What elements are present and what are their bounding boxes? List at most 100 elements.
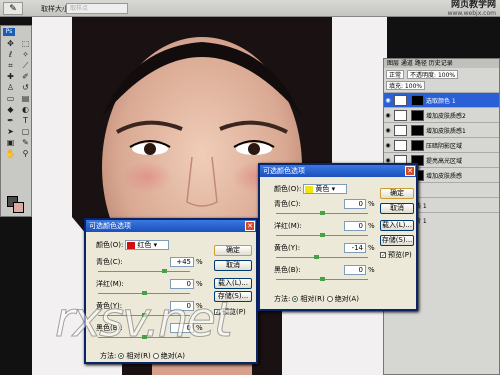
absolute-radio[interactable]	[326, 296, 333, 302]
layer-mask-thumb	[411, 94, 424, 106]
canvas-watermark: rxsv.net	[55, 292, 234, 349]
shape-tool-icon[interactable]: ▢	[19, 127, 32, 136]
close-icon[interactable]: ✕	[245, 221, 255, 231]
sample-size-select[interactable]: 取样点	[66, 3, 128, 14]
absolute-label: 绝对(A)	[334, 295, 359, 303]
notes-tool-icon[interactable]: ▣	[4, 138, 17, 147]
eraser-tool-icon[interactable]: ▭	[4, 94, 17, 103]
layer-name: 增加皮肤质感2	[426, 112, 466, 120]
layer-name: 提亮高光区域	[426, 157, 463, 165]
relative-radio[interactable]	[118, 353, 125, 359]
background-color-swatch[interactable]	[13, 202, 24, 213]
move-tool-icon[interactable]: ✥	[4, 39, 17, 48]
brush-tool-icon[interactable]: ✐	[19, 72, 32, 81]
magenta-field[interactable]: 0	[344, 221, 366, 231]
zoom-tool-icon[interactable]: ⚲	[19, 149, 32, 158]
magenta-field[interactable]: 0	[170, 279, 194, 289]
opacity-field[interactable]: 不透明度: 100%	[407, 70, 459, 79]
slider-knob[interactable]	[320, 277, 325, 281]
cyan-unit: %	[368, 200, 375, 208]
relative-label: 相对(R)	[300, 295, 325, 303]
slider-knob[interactable]	[320, 233, 325, 237]
layer-mask-thumb	[411, 139, 424, 151]
color-value: 黄色	[315, 185, 330, 193]
healing-brush-icon[interactable]: ✚	[4, 72, 17, 81]
cyan-field[interactable]: +45	[170, 257, 194, 267]
layer-row[interactable]: ◉ 增加皮肤质感1	[384, 122, 499, 137]
photoshop-logo: Ps	[3, 28, 15, 36]
dodge-tool-icon[interactable]: ◐	[19, 105, 32, 114]
clone-stamp-icon[interactable]: ♙	[4, 83, 17, 92]
load-button[interactable]: 载入(L)...	[214, 278, 252, 289]
ok-button[interactable]: 确定	[214, 245, 252, 256]
marquee-tool-icon[interactable]: ⬚	[19, 39, 32, 48]
toolbox: Ps ✥ ⬚ ℓ ✧ ⌗ ⟋ ✚ ✐ ♙ ↺ ▭ ▤ ◆ ◐ ✒ T ➤ ▢ ▣ ✎ ✋ ⚲	[0, 25, 32, 217]
path-select-icon[interactable]: ➤	[4, 127, 17, 136]
yellow-field[interactable]: -14	[344, 243, 366, 253]
slider-knob[interactable]	[313, 255, 319, 259]
black-field[interactable]: 0	[344, 265, 366, 275]
save-button[interactable]: 存储(S)...	[380, 235, 414, 246]
slider-knob[interactable]	[320, 211, 325, 215]
method-label: 方法:	[100, 352, 117, 360]
color-select[interactable]: 黄色 ▾	[303, 184, 348, 194]
eye-icon[interactable]: ◉	[384, 127, 392, 134]
lasso-tool-icon[interactable]: ℓ	[4, 50, 17, 59]
layer-row[interactable]: ◉ 压暗阴影区域	[384, 137, 499, 152]
color-select[interactable]: 红色 ▾	[125, 240, 170, 250]
ok-button[interactable]: 确定	[380, 188, 414, 199]
layer-row[interactable]: ◉ 选取颜色 1	[384, 92, 499, 107]
slider-knob[interactable]	[162, 269, 168, 273]
preview-checkbox[interactable]: ✓	[380, 252, 386, 259]
layers-panel-tabs[interactable]: 图层 通道 路径 历史记录	[384, 59, 499, 68]
cancel-button[interactable]: 取消	[380, 203, 414, 214]
type-tool-icon[interactable]: T	[19, 116, 32, 125]
cyan-label: 青色(C):	[96, 258, 123, 266]
relative-label: 相对(R)	[126, 352, 151, 360]
dialog-title-bar[interactable]: 可选颜色选项 ✕	[260, 165, 416, 177]
cyan-slider[interactable]	[276, 211, 368, 215]
layer-name: 增加皮肤质感1	[426, 127, 466, 135]
slice-tool-icon[interactable]: ⟋	[19, 61, 32, 70]
gradient-tool-icon[interactable]: ▤	[19, 94, 32, 103]
black-slider[interactable]	[276, 277, 368, 281]
dialog-title-bar[interactable]: 可选颜色选项 ✕	[86, 220, 256, 232]
hand-tool-icon[interactable]: ✋	[4, 149, 17, 158]
blend-mode-select[interactable]: 正常	[386, 70, 405, 79]
layer-mask-thumb	[411, 124, 424, 136]
options-bar: ✎ 取样大小: 取样点 网页教学网 www.webjx.com	[0, 0, 500, 17]
layer-mask-thumb	[411, 109, 424, 121]
eye-icon[interactable]: ◉	[384, 112, 392, 119]
selective-color-dialog-yellow: 可选颜色选项 ✕ 颜色(O): 黄色 ▾ 青色(C): 0% 洋红(M): 0% 黄色…	[258, 163, 418, 311]
magenta-unit: %	[196, 280, 203, 288]
layer-thumb	[394, 139, 407, 151]
pen-tool-icon[interactable]: ✒	[4, 116, 17, 125]
layer-row[interactable]: ◉ 增加皮肤质感2	[384, 107, 499, 122]
absolute-radio[interactable]	[152, 353, 159, 359]
fill-field[interactable]: 填充: 100%	[386, 81, 426, 90]
site-watermark: 网页教学网 www.webjx.com	[448, 0, 496, 17]
cyan-field[interactable]: 0	[344, 199, 366, 209]
black-unit: %	[368, 266, 375, 274]
cyan-unit: %	[196, 258, 203, 266]
magenta-slider[interactable]	[276, 233, 368, 237]
close-icon[interactable]: ✕	[405, 166, 415, 176]
eye-icon[interactable]: ◉	[384, 97, 392, 104]
eyedropper-icon[interactable]: ✎	[3, 2, 23, 15]
layer-name: 增加皮肤质感	[426, 172, 463, 180]
relative-radio[interactable]	[292, 296, 299, 302]
load-button[interactable]: 载入(L)...	[380, 220, 414, 231]
layer-thumb	[394, 94, 407, 106]
history-brush-icon[interactable]: ↺	[19, 83, 32, 92]
cyan-slider[interactable]	[98, 269, 190, 273]
preview-label: 预览(P)	[388, 251, 412, 259]
eye-icon[interactable]: ◉	[384, 142, 392, 149]
blur-tool-icon[interactable]: ◆	[4, 105, 17, 114]
yellow-slider[interactable]	[276, 255, 368, 259]
cancel-button[interactable]: 取消	[214, 260, 252, 271]
crop-tool-icon[interactable]: ⌗	[4, 61, 17, 70]
eyedropper-tool-icon[interactable]: ✎	[19, 138, 32, 147]
magenta-unit: %	[368, 222, 375, 230]
magic-wand-icon[interactable]: ✧	[19, 50, 32, 59]
color-swatch	[305, 185, 314, 193]
